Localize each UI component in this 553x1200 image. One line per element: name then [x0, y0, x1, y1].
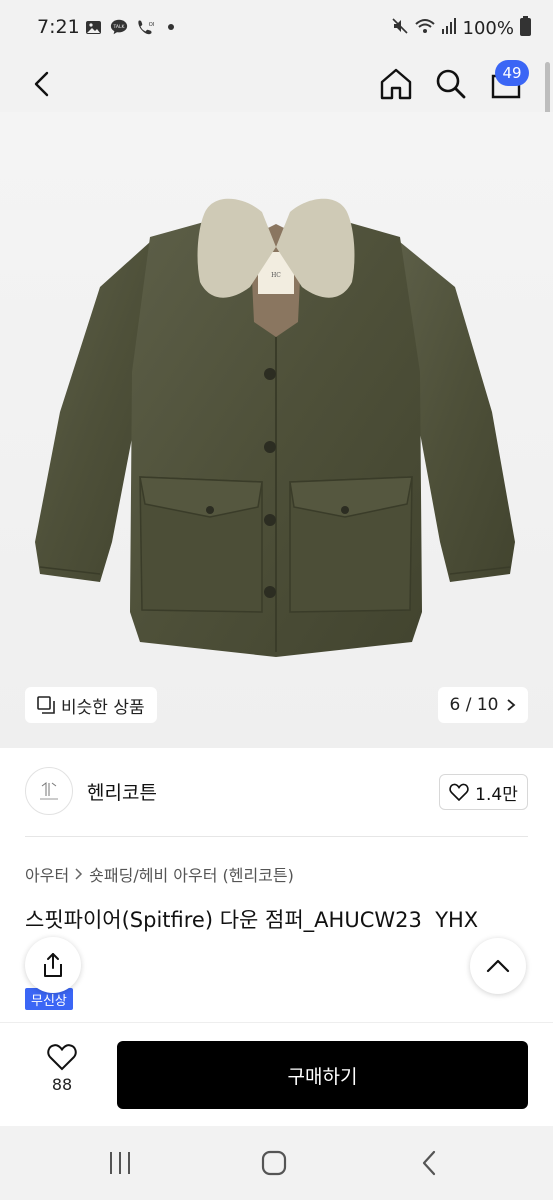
search-button[interactable]	[429, 62, 473, 106]
jacket-image: HC	[0, 112, 553, 748]
brand-logo-icon	[40, 782, 58, 800]
wishlist-button[interactable]: 88	[30, 1043, 94, 1094]
call-icon: ON	[136, 18, 154, 36]
status-system-icons: 100%	[391, 16, 531, 41]
chevron-right-icon	[507, 699, 516, 711]
bottom-action-bar: 88 구매하기	[0, 1022, 553, 1126]
back-arrow-icon	[34, 71, 49, 97]
brand-logo[interactable]	[25, 767, 73, 815]
cart-count-badge: 49	[495, 60, 529, 86]
mute-icon	[391, 17, 409, 40]
dot-icon	[162, 18, 180, 36]
brand-row: 헨리코튼 1.4만	[0, 748, 553, 836]
svg-text:HC: HC	[271, 272, 281, 279]
wish-count: 88	[51, 1075, 73, 1094]
wifi-icon	[414, 17, 435, 40]
chevron-up-icon	[486, 959, 510, 973]
divider	[25, 836, 528, 837]
brand-like-count: 1.4만	[475, 784, 518, 805]
status-notification-icons: TALK ON	[84, 18, 180, 36]
product-image[interactable]: HC	[0, 112, 553, 748]
share-button[interactable]	[25, 937, 81, 993]
status-time: 7:21	[37, 16, 80, 38]
heart-icon	[449, 783, 469, 801]
page-indicator: 6 / 10	[449, 695, 499, 715]
top-navigation	[0, 56, 553, 112]
similar-products-label: 비슷한 상품	[61, 697, 145, 718]
brand-name[interactable]: 헨리코튼	[87, 778, 157, 805]
heart-icon	[47, 1044, 77, 1071]
image-pager[interactable]: 6 / 10	[438, 687, 528, 723]
scroll-top-button[interactable]	[470, 938, 526, 994]
scrollbar[interactable]	[545, 62, 550, 118]
similar-icon	[37, 696, 55, 714]
recent-apps-icon	[110, 1152, 130, 1174]
home-icon	[380, 68, 412, 100]
svg-text:ON: ON	[149, 22, 154, 28]
breadcrumb-subcategory[interactable]: 숏패딩/헤비 아우터 (헨리코튼)	[89, 862, 294, 886]
recent-apps-button[interactable]	[105, 1148, 135, 1178]
svg-text:TALK: TALK	[113, 24, 126, 30]
search-icon	[436, 69, 466, 99]
talk-icon: TALK	[110, 18, 128, 36]
brand-like-button[interactable]: 1.4만	[439, 774, 528, 810]
product-title: 스핏파이어(Spitfire) 다운 점퍼_AHUCW23 ​ YHX	[25, 908, 479, 932]
home-system-button[interactable]	[259, 1148, 289, 1178]
back-chevron-icon	[422, 1150, 436, 1176]
breadcrumb: 아우터 숏패딩/헤비 아우터 (헨리코튼)	[25, 862, 294, 886]
system-back-button[interactable]	[415, 1148, 445, 1178]
breadcrumb-category[interactable]: 아우터	[25, 862, 69, 886]
battery-icon	[520, 16, 531, 41]
home-button[interactable]	[374, 62, 418, 106]
status-bar: 7:21 TALK ON 100%	[0, 0, 553, 56]
chevron-right-icon	[75, 868, 83, 880]
gallery-icon	[84, 18, 102, 36]
system-navigation-bar	[0, 1126, 553, 1200]
back-button[interactable]	[20, 62, 64, 106]
share-icon	[44, 953, 62, 977]
buy-button[interactable]: 구매하기	[117, 1041, 528, 1109]
similar-products-button[interactable]: 비슷한 상품	[25, 687, 157, 723]
home-square-icon	[261, 1150, 287, 1176]
battery-text: 100%	[462, 18, 514, 39]
signal-icon	[441, 17, 457, 40]
